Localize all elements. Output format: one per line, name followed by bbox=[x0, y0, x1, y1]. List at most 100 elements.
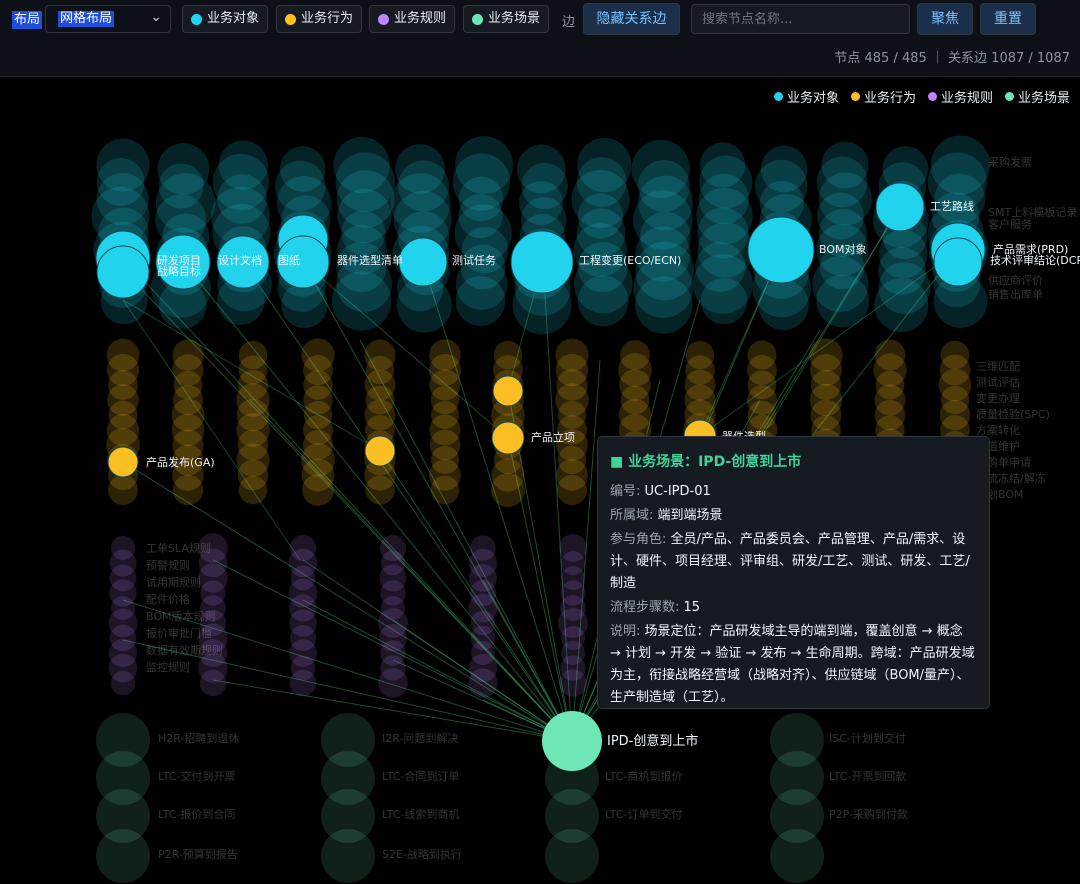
faded-object-node bbox=[455, 276, 506, 326]
object-node bbox=[398, 237, 448, 287]
legend-label: 业务行为 bbox=[863, 91, 916, 106]
legend-item-action[interactable]: 业务行为 bbox=[850, 87, 916, 106]
object-dot-icon bbox=[773, 92, 783, 101]
legend-item-scene[interactable]: 业务场景 bbox=[1004, 87, 1070, 106]
faded-node-label: LTC-线索到商机 bbox=[382, 807, 459, 821]
faded-node-label: 供应商评价 bbox=[988, 273, 1043, 287]
graph-legend: 业务对象 业务行为 业务规则 业务场景 bbox=[773, 87, 1070, 106]
hide-edges-button[interactable]: 隐藏关系边 bbox=[583, 3, 680, 35]
node-label: 测试任务 bbox=[452, 254, 496, 267]
faded-node-label: BOM版本规则 bbox=[146, 609, 216, 623]
faded-node-label: 预警规则 bbox=[146, 558, 190, 572]
tooltip-desc: 场景定位：产品研发域主导的端到端，覆盖创意 → 概念 → 计划 → 开发 → 验… bbox=[610, 624, 975, 705]
faded-object-node bbox=[700, 277, 748, 325]
tooltip-title: ■ 业务场景：IPD-创意到上市 bbox=[610, 454, 802, 470]
layout-select[interactable]: 网格布局 ⌄ bbox=[45, 5, 171, 33]
faded-node-label: 客户服务 bbox=[988, 217, 1032, 231]
faded-node-label: 数据有效期规则 bbox=[146, 643, 223, 657]
faded-scene-node bbox=[96, 829, 150, 883]
filter-chip-object[interactable]: 业务对象 bbox=[182, 5, 269, 33]
filter-chip-scene[interactable]: 业务场景 bbox=[463, 5, 550, 33]
faded-node-label: ISC-计划到交付 bbox=[829, 731, 906, 745]
node-label: 工程变更(ECO/ECN) bbox=[579, 253, 681, 267]
faded-scene-node bbox=[321, 829, 375, 883]
faded-node-label: P2P-采购到付款 bbox=[829, 807, 908, 821]
filter-chip-label: 业务场景 bbox=[488, 11, 541, 26]
faded-action-node bbox=[107, 474, 139, 506]
faded-node-label: SMT上料模板记录 bbox=[988, 205, 1077, 219]
legend-label: 业务规则 bbox=[940, 91, 993, 106]
action-node bbox=[491, 421, 525, 455]
faded-object-node bbox=[874, 277, 929, 333]
toolbar: 布局 网格布局 ⌄ 业务对象 业务行为 业务规则 业务场景 边 隐藏关系边 聚焦… bbox=[0, 0, 1080, 77]
faded-action-node bbox=[556, 474, 588, 506]
legend-label: 业务场景 bbox=[1017, 91, 1070, 106]
tooltip-roles-label: 参与角色: bbox=[610, 532, 667, 547]
object-node bbox=[510, 230, 574, 294]
faded-node-label: 试用期规则 bbox=[146, 575, 201, 589]
faded-node-label: LTC-报价到合同 bbox=[158, 807, 235, 821]
faded-node-label: 销售出库单 bbox=[988, 287, 1043, 301]
relation-edge bbox=[122, 299, 301, 561]
faded-action-node bbox=[302, 474, 334, 506]
faded-object-node bbox=[281, 281, 328, 329]
tooltip-domain: 端到端场景 bbox=[657, 508, 723, 523]
object-node bbox=[875, 182, 925, 232]
rule-dot-icon bbox=[927, 92, 937, 101]
faded-node-label: 报价审批门槛 bbox=[146, 626, 212, 640]
faded-node-label: I2R-问题到解决 bbox=[382, 731, 458, 745]
faded-action-node bbox=[491, 473, 525, 507]
focus-button[interactable]: 聚焦 bbox=[917, 3, 973, 35]
faded-object-node bbox=[331, 271, 392, 331]
node-label: 器件选型清单 bbox=[337, 253, 403, 267]
node-label: 图纸 bbox=[278, 254, 300, 267]
object-node bbox=[933, 237, 983, 287]
faded-node-label: 质量检验(SPC) bbox=[976, 407, 1050, 421]
tooltip-code-label: 编号: bbox=[610, 484, 641, 499]
action-dot-icon bbox=[285, 14, 296, 25]
action-node bbox=[107, 446, 139, 478]
object-dot-icon bbox=[191, 14, 202, 25]
tooltip-code: UC-IPD-01 bbox=[644, 484, 711, 499]
filter-chip-label: 业务对象 bbox=[207, 11, 260, 26]
node-label: 产品发布(GA) bbox=[146, 455, 215, 469]
focus-scene-node bbox=[542, 711, 602, 771]
legend-item-object[interactable]: 业务对象 bbox=[773, 87, 839, 106]
action-node bbox=[364, 435, 396, 467]
faded-action-node bbox=[238, 475, 268, 505]
filter-chip-action[interactable]: 业务行为 bbox=[276, 5, 363, 33]
faded-node-label: H2R-招聘到退休 bbox=[158, 731, 239, 745]
action-dot-icon bbox=[850, 92, 860, 101]
faded-action-node bbox=[365, 475, 395, 505]
object-node bbox=[747, 216, 815, 284]
chevron-down-icon: ⌄ bbox=[150, 9, 162, 25]
filter-chip-rule[interactable]: 业务规则 bbox=[369, 5, 456, 33]
faded-node-label: LTC-交付到开票 bbox=[158, 769, 235, 783]
filter-chip-label: 业务行为 bbox=[301, 11, 354, 26]
legend-item-rule[interactable]: 业务规则 bbox=[927, 87, 993, 106]
tooltip-steps-label: 流程步骤数: bbox=[610, 600, 680, 615]
faded-object-node bbox=[635, 276, 693, 334]
node-label: BOM对象 bbox=[819, 242, 867, 256]
faded-object-node bbox=[816, 274, 870, 328]
faded-node-label: 测试评估 bbox=[976, 376, 1020, 389]
faded-node-label: 监控规则 bbox=[146, 660, 190, 674]
faded-scene-node bbox=[770, 829, 824, 883]
faded-action-node bbox=[172, 474, 204, 506]
layout-select-value: 网格布局 bbox=[58, 11, 115, 27]
scene-dot-icon bbox=[472, 14, 483, 25]
node-label: 战略目标 bbox=[157, 264, 201, 278]
object-node bbox=[96, 245, 150, 299]
faded-rule-node bbox=[559, 669, 587, 697]
layout-label: 布局 bbox=[12, 11, 43, 29]
reset-button[interactable]: 重置 bbox=[980, 3, 1036, 35]
node-label: IPD-创意到上市 bbox=[607, 733, 698, 749]
faded-node-label: 方案转化 bbox=[976, 423, 1020, 437]
faded-node-label: LTC-商机到报价 bbox=[605, 769, 682, 783]
graph-stats: 节点 485 / 485 ｜ 关系边 1087 / 1087 bbox=[834, 51, 1070, 66]
node-label: 产品立项 bbox=[531, 430, 575, 444]
faded-rule-node bbox=[289, 669, 317, 697]
action-node bbox=[492, 375, 524, 407]
search-input[interactable] bbox=[691, 4, 910, 34]
faded-rule-node bbox=[378, 668, 408, 698]
